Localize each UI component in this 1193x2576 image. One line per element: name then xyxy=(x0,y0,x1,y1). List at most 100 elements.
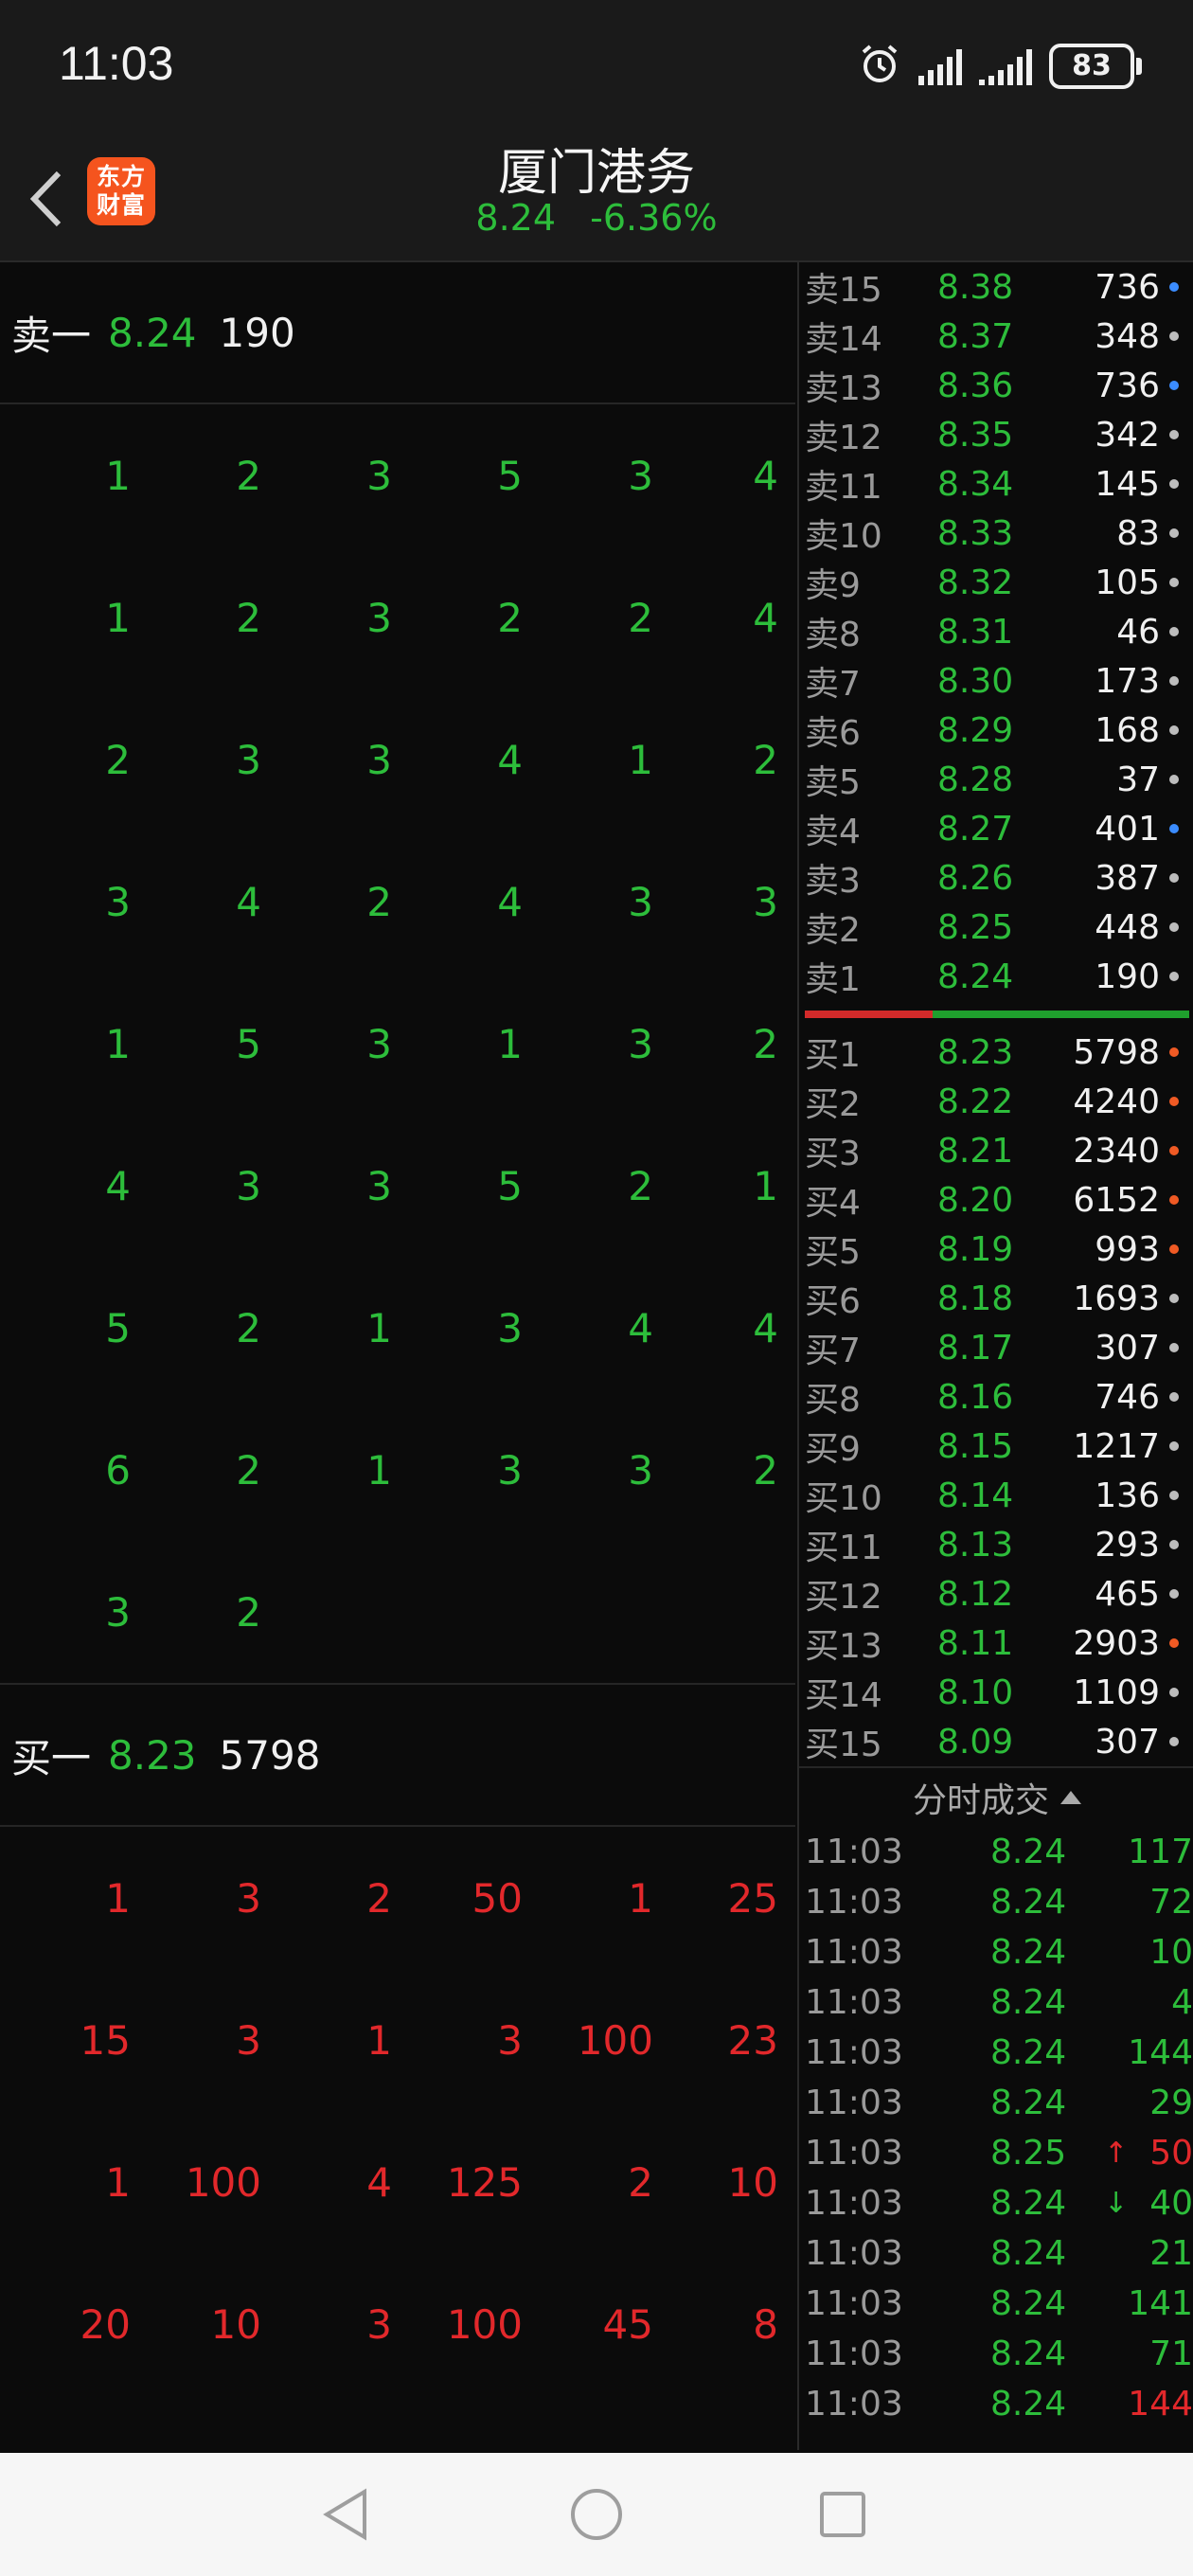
bid-level-price: 8.21 xyxy=(937,1131,1014,1171)
dot-icon xyxy=(1169,1688,1179,1697)
ask-level-row[interactable]: 卖3 8.26 387 xyxy=(799,853,1193,903)
bid-level-row[interactable]: 买15 8.09 307 xyxy=(799,1717,1193,1766)
trade-time: 11:03 xyxy=(805,2033,903,2072)
bid-level-price: 8.16 xyxy=(937,1377,1014,1417)
ask-level-row[interactable]: 卖7 8.30 173 xyxy=(799,656,1193,706)
bid-level-row[interactable]: 买7 8.17 307 xyxy=(799,1323,1193,1372)
system-nav-bar xyxy=(0,2453,1193,2576)
bid-level-price: 8.20 xyxy=(937,1180,1014,1220)
bid-level-label: 买7 xyxy=(805,1332,861,1370)
dot-icon xyxy=(1169,725,1179,735)
dot-icon xyxy=(1169,1638,1179,1648)
buy-queue-cell: 1 xyxy=(628,1874,653,1922)
ask-level-label: 卖1 xyxy=(805,960,861,999)
nav-recents-button[interactable] xyxy=(810,2481,876,2548)
bid-level-row[interactable]: 买2 8.22 4240 xyxy=(799,1077,1193,1126)
buy-queue-cell: 1 xyxy=(366,2016,392,2064)
sell-queue-row: 6 2 1 3 3 2 xyxy=(0,1399,795,1541)
trades-toggle[interactable]: 分时成交 xyxy=(799,1766,1193,1827)
ask-level-volume: 173 xyxy=(1095,661,1160,701)
bid-level-row[interactable]: 买11 8.13 293 xyxy=(799,1520,1193,1569)
ask-level-volume: 348 xyxy=(1095,316,1160,356)
ask-level-row[interactable]: 卖12 8.35 342 xyxy=(799,410,1193,459)
bid-level-row[interactable]: 买14 8.10 1109 xyxy=(799,1668,1193,1717)
bid-level-row[interactable]: 买5 8.19 993 xyxy=(799,1225,1193,1274)
bid-level-price: 8.19 xyxy=(937,1229,1014,1269)
bid-level-row[interactable]: 买3 8.21 2340 xyxy=(799,1126,1193,1175)
sell-queue-cell: 5 xyxy=(105,1304,131,1351)
ask-level-label: 卖11 xyxy=(805,468,882,507)
ask-level-label: 卖14 xyxy=(805,320,882,359)
bid-level-price: 8.13 xyxy=(937,1525,1014,1565)
ask-level-row[interactable]: 卖10 8.33 83 xyxy=(799,509,1193,558)
sell-queue-cell: 2 xyxy=(753,736,778,783)
sell-queue-row: 32 xyxy=(0,1541,795,1683)
buy-queue-grid: 1 3 2 50 1 25 15 3 1 3 100 23 1 100 4 125 2 10 20 10 3 100 45 8 xyxy=(0,1827,795,2395)
buy-queue-row: 15 3 1 3 100 23 xyxy=(0,1969,795,2111)
trade-price: 8.24 xyxy=(990,2385,1067,2424)
bid-level-row[interactable]: 买9 8.15 1217 xyxy=(799,1422,1193,1471)
bid-level-row[interactable]: 买6 8.18 1693 xyxy=(799,1274,1193,1323)
ask-level-price: 8.37 xyxy=(937,316,1014,356)
trade-price: 8.24 xyxy=(990,1933,1067,1972)
bid-level-volume: 6152 xyxy=(1073,1180,1160,1220)
bid-level-row[interactable]: 买10 8.14 136 xyxy=(799,1471,1193,1520)
ask-level-row[interactable]: 卖5 8.28 37 xyxy=(799,755,1193,804)
ask-level-label: 卖10 xyxy=(805,517,882,556)
ask-level-row[interactable]: 卖1 8.24 190 xyxy=(799,952,1193,1001)
sell-queue-cell: 1 xyxy=(105,594,131,641)
sell-queue-row: 2 3 3 4 1 2 xyxy=(0,689,795,831)
trades-header-label: 分时成交 xyxy=(912,1781,1049,1820)
ask-level-row[interactable]: 卖13 8.36 736 xyxy=(799,361,1193,410)
dot-icon xyxy=(1169,824,1179,833)
ask-level-volume: 736 xyxy=(1095,366,1160,405)
order-book-pane[interactable]: 卖15 8.38 736 卖14 8.37 348 卖13 8.36 736 卖12 8.35 342… xyxy=(797,262,1193,2450)
nav-home-button[interactable] xyxy=(563,2481,630,2548)
ask-level-volume: 168 xyxy=(1095,710,1160,750)
sell-queue-row: 1 2 3 5 3 4 xyxy=(0,404,795,546)
trade-price: 8.24 xyxy=(990,1983,1067,2022)
triangle-back-icon xyxy=(323,2488,366,2541)
ask-level-row[interactable]: 卖4 8.27 401 xyxy=(799,804,1193,853)
dot-icon xyxy=(1169,627,1179,636)
sell-queue-cell: 2 xyxy=(497,594,523,641)
ask-level-price: 8.30 xyxy=(937,661,1014,701)
bid-level-volume: 1109 xyxy=(1073,1673,1160,1712)
dot-icon xyxy=(1169,1195,1179,1205)
buy-queue-cell: 125 xyxy=(446,2158,523,2206)
sell-queue-cell: 3 xyxy=(628,1020,653,1067)
ask-level-row[interactable]: 卖9 8.32 105 xyxy=(799,558,1193,607)
ask-level-row[interactable]: 卖2 8.25 448 xyxy=(799,903,1193,952)
sell-queue-cell: 1 xyxy=(497,1020,523,1067)
bid-level-row[interactable]: 买1 8.23 5798 xyxy=(799,1028,1193,1077)
nav-back-button[interactable] xyxy=(312,2481,379,2548)
bid-level-volume: 2903 xyxy=(1073,1623,1160,1663)
bid-level-row[interactable]: 买12 8.12 465 xyxy=(799,1569,1193,1619)
buy-queue-row: 1 100 4 125 2 10 xyxy=(0,2111,795,2253)
ask-level-row[interactable]: 卖6 8.29 168 xyxy=(799,706,1193,755)
sell-one-volume: 190 xyxy=(219,309,295,356)
trade-price: 8.24 xyxy=(990,1883,1067,1922)
ask-level-row[interactable]: 卖15 8.38 736 xyxy=(799,262,1193,312)
ask-level-row[interactable]: 卖8 8.31 46 xyxy=(799,607,1193,656)
sell-queue-row: 5 2 1 3 4 4 xyxy=(0,1257,795,1399)
bid-level-label: 买12 xyxy=(805,1578,882,1617)
trade-volume: 4 xyxy=(1171,1983,1193,2022)
trade-time: 11:03 xyxy=(805,1983,903,2022)
trade-time: 11:03 xyxy=(805,2184,903,2223)
ask-level-row[interactable]: 卖14 8.37 348 xyxy=(799,312,1193,361)
ask-level-row[interactable]: 卖11 8.34 145 xyxy=(799,459,1193,509)
ask-level-price: 8.28 xyxy=(937,760,1014,799)
bid-level-label: 买9 xyxy=(805,1430,861,1469)
bid-level-row[interactable]: 买13 8.11 2903 xyxy=(799,1619,1193,1668)
trade-row: 11:03 8.24 141 xyxy=(799,2279,1193,2329)
sell-queue-cell: 3 xyxy=(497,1446,523,1494)
queue-detail-pane[interactable]: 卖一 8.24 190 1235341232242334123424331531… xyxy=(0,262,795,2450)
bid-level-row[interactable]: 买8 8.16 746 xyxy=(799,1372,1193,1422)
trade-volume: 10 xyxy=(1149,1933,1193,1972)
dot-icon xyxy=(1169,972,1179,981)
circle-home-icon xyxy=(571,2489,622,2540)
buy-queue-cell: 3 xyxy=(236,1874,261,1922)
bid-level-volume: 307 xyxy=(1095,1328,1160,1368)
bid-level-row[interactable]: 买4 8.20 6152 xyxy=(799,1175,1193,1225)
